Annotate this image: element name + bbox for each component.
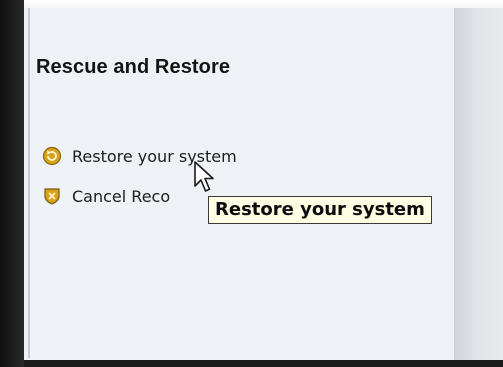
tooltip: Restore your system xyxy=(208,196,432,224)
panel-left-edge xyxy=(28,8,30,358)
cancel-recovery-label: Cancel Reco xyxy=(72,186,171,206)
monitor-left-bezel xyxy=(0,0,24,367)
mouse-cursor-icon xyxy=(194,161,214,192)
cancel-recovery-item[interactable]: Cancel Reco xyxy=(42,186,170,206)
restore-icon xyxy=(42,146,62,166)
photo-frame: Rescue and Restore Restore your system C… xyxy=(0,0,503,367)
cancel-shield-icon xyxy=(42,186,62,206)
panel-title: Rescue and Restore xyxy=(36,56,231,78)
panel-right-border xyxy=(454,8,503,360)
